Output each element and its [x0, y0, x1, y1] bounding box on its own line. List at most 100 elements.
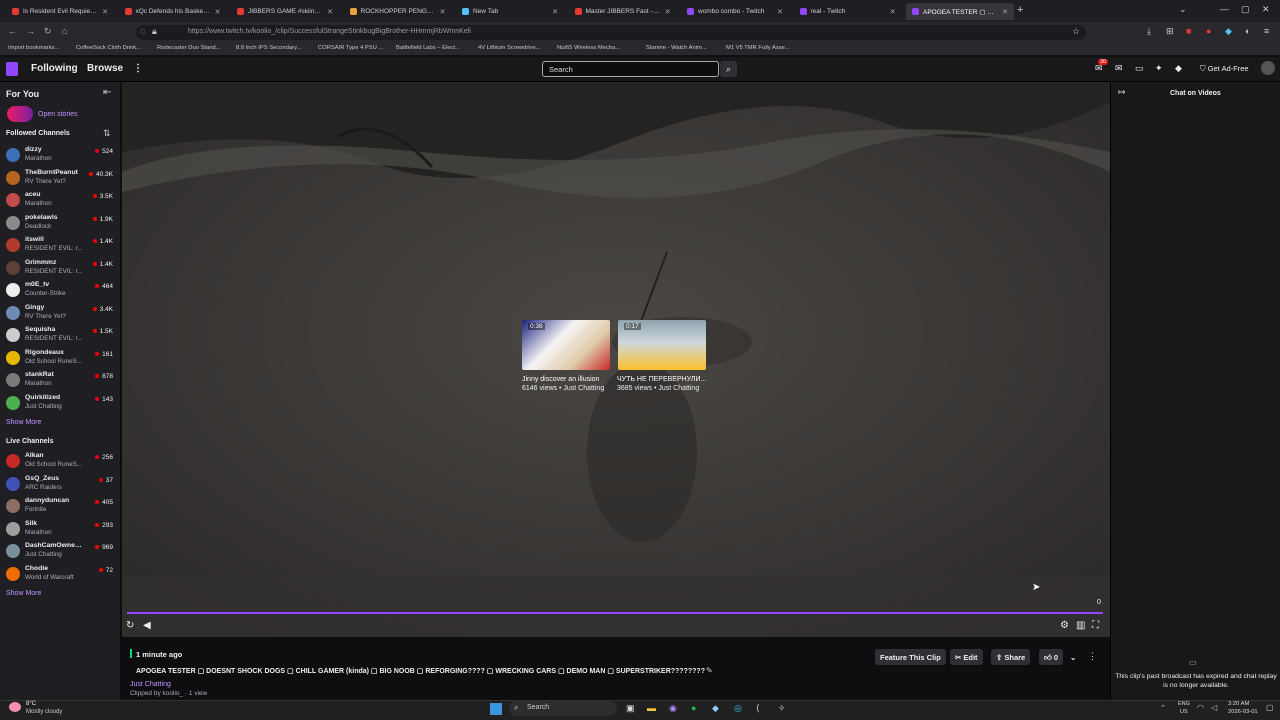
- close-window-icon[interactable]: ✕: [1262, 4, 1270, 15]
- expand-chat-icon[interactable]: ↦: [1118, 87, 1126, 98]
- browser-tab[interactable]: New Tab ✕: [456, 3, 564, 20]
- like-button[interactable]: 👍︎ 0: [1039, 649, 1064, 665]
- discord-icon[interactable]: ◉: [669, 703, 677, 714]
- task-view-icon[interactable]: ▣: [626, 703, 635, 714]
- extension-dot-icon[interactable]: ●: [1206, 26, 1211, 36]
- more-options-icon[interactable]: ⋮: [1088, 651, 1097, 662]
- show-more-live[interactable]: Show More: [6, 590, 41, 597]
- search-icon[interactable]: ⌕: [720, 61, 737, 77]
- reload-icon[interactable]: ↻: [44, 26, 52, 37]
- settings-taskbar-icon[interactable]: ✧: [778, 703, 786, 714]
- inbox-icon[interactable]: ✉: [1115, 63, 1123, 74]
- back-icon[interactable]: ←: [8, 26, 17, 36]
- bookmark-item[interactable]: CoffeeSock Cloth Drink...: [76, 45, 141, 51]
- clock-time[interactable]: 3:20 AM: [1228, 701, 1249, 707]
- start-icon[interactable]: [490, 703, 502, 715]
- lang-indicator[interactable]: ENG: [1178, 701, 1190, 707]
- bookmark-item[interactable]: Battlefield Labs – Elect...: [396, 45, 460, 51]
- notification-center-icon[interactable]: ▢: [1266, 703, 1274, 712]
- channel-row[interactable]: Sequisha RESIDENT EVIL: r... 1.5K: [0, 325, 120, 347]
- clip-title-link[interactable]: ЧУТЬ НЕ ПЕРЕВЕРНУЛИ...: [617, 376, 706, 383]
- tab-close-icon[interactable]: ✕: [327, 8, 333, 16]
- category-link[interactable]: Just Chatting: [130, 681, 171, 688]
- theatre-mode-icon[interactable]: ▥: [1076, 620, 1085, 631]
- extensions-icon[interactable]: ⊞: [1166, 26, 1174, 37]
- replay-icon[interactable]: ↻: [126, 620, 134, 631]
- weather-icon[interactable]: [9, 702, 21, 712]
- show-more-followed[interactable]: Show More: [6, 419, 41, 426]
- channel-row[interactable]: pokelawls Deadlock 1.9K: [0, 213, 120, 235]
- channel-row[interactable]: Rigondeaux Old School RuneS... 161: [0, 348, 120, 370]
- clip-title-link[interactable]: Jinny discover an illusion: [522, 376, 599, 383]
- tray-chevron-icon[interactable]: ⌃: [1160, 704, 1166, 712]
- channel-row[interactable]: Gingy RV There Yet? 3.4K: [0, 303, 120, 325]
- audio-icon[interactable]: ◐: [1245, 26, 1250, 36]
- open-stories-link[interactable]: Open stories: [38, 111, 78, 118]
- browser-menu-icon[interactable]: ≡: [1264, 26, 1269, 36]
- bookmark-item[interactable]: M1 V5 TMR Fully Asse...: [726, 45, 790, 51]
- minimize-icon[interactable]: —: [1220, 4, 1229, 14]
- channel-row[interactable]: DashCamOwners... Just Chatting 969: [0, 541, 120, 563]
- channel-row[interactable]: dannyduncan Fortnite 405: [0, 496, 120, 518]
- forward-icon[interactable]: →: [26, 26, 35, 36]
- video-player[interactable]: [122, 82, 1110, 637]
- channel-row[interactable]: Quirkitized Just Chatting 143: [0, 393, 120, 415]
- more-menu-icon[interactable]: ⋮: [133, 63, 143, 74]
- bookmark-item[interactable]: 8.8 Inch IPS Secondary...: [236, 45, 301, 51]
- tab-search-icon[interactable]: ⌄: [1179, 4, 1187, 15]
- wifi-icon[interactable]: ◠: [1197, 703, 1204, 712]
- bookmark-item[interactable]: 4V Lithium Screwdrive...: [478, 45, 541, 51]
- settings-icon[interactable]: ⚙: [1060, 620, 1069, 631]
- extension-blue-icon[interactable]: ◆: [1225, 26, 1232, 37]
- search-input[interactable]: Search: [542, 61, 719, 77]
- lock-icon[interactable]: 🔒︎: [152, 26, 157, 37]
- edit-title-icon[interactable]: ✎: [706, 666, 713, 675]
- channel-row[interactable]: GsQ_Zeus ARC Raiders 37: [0, 474, 120, 496]
- browse-link[interactable]: Browse: [87, 63, 123, 74]
- like-dropdown-icon[interactable]: ⌄: [1065, 649, 1081, 665]
- browser-tab[interactable]: wombo combo - Twitch ✕: [681, 3, 789, 20]
- stories-avatar[interactable]: [7, 106, 33, 122]
- tab-close-icon[interactable]: ✕: [890, 8, 896, 16]
- bookmark-item[interactable]: Import bookmarks...: [8, 45, 59, 51]
- download-icon[interactable]: ⤓: [1147, 26, 1151, 37]
- browser-tab[interactable]: Is Resident Evil Requiem Good ✕: [6, 3, 114, 20]
- browser-tab[interactable]: xQc Defends his Basketball Skills ✕: [119, 3, 227, 20]
- bookmark-item[interactable]: Nut65 Wireless Mecha...: [557, 45, 620, 51]
- channel-row[interactable]: itswill RESIDENT EVIL: r... 1.4K: [0, 235, 120, 257]
- user-avatar[interactable]: [1261, 61, 1275, 75]
- feature-clip-button[interactable]: Feature This Clip: [875, 649, 946, 665]
- whispers-icon[interactable]: ▭: [1135, 63, 1144, 74]
- tab-close-icon[interactable]: ✕: [777, 8, 783, 16]
- home-icon[interactable]: ⌂: [62, 26, 67, 36]
- browser-tab[interactable]: real - Twitch ✕: [794, 3, 902, 20]
- speaker-icon[interactable]: ◁: [1211, 703, 1217, 712]
- bookmark-item[interactable]: CORSAIR Type 4 PSU ...: [318, 45, 383, 51]
- share-button[interactable]: ⇪ Share: [991, 649, 1031, 665]
- scrub-progress[interactable]: [127, 612, 1103, 614]
- channel-row[interactable]: TheBurntPeanut RV There Yet? 40.3K: [0, 168, 120, 190]
- channel-row[interactable]: stankRat Marathon 878: [0, 370, 120, 392]
- get-ad-free-button[interactable]: ⛉ Get Ad-Free: [1196, 62, 1253, 76]
- new-tab-button[interactable]: +: [1017, 4, 1023, 16]
- tab-close-icon[interactable]: ✕: [102, 8, 108, 16]
- spotify-icon[interactable]: ●: [691, 703, 696, 713]
- tab-close-icon[interactable]: ✕: [1002, 8, 1008, 16]
- tab-close-icon[interactable]: ✕: [440, 8, 446, 16]
- channel-row[interactable]: m0E_tv Counter-Strike 464: [0, 280, 120, 302]
- browser-taskbar-icon[interactable]: ◎: [734, 703, 742, 714]
- channel-row[interactable]: Alkan Old School RuneS... 256: [0, 451, 120, 473]
- channel-row[interactable]: Chodie World of Warcraft 72: [0, 564, 120, 586]
- twitch-logo-icon[interactable]: [6, 62, 18, 76]
- bits-icon[interactable]: ◆: [1175, 63, 1182, 74]
- browser-tab[interactable]: APOGEA TESTER ▢ DOESNT S ✕: [906, 3, 1014, 20]
- channel-row[interactable]: Grimmmz RESIDENT EVIL: r... 1.4K: [0, 258, 120, 280]
- channel-row[interactable]: aceu Marathon 3.5K: [0, 190, 120, 212]
- steam-icon[interactable]: ◆: [712, 703, 719, 714]
- bookmark-item[interactable]: Rodecaster Duo Stand...: [157, 45, 220, 51]
- sort-icon[interactable]: ⇅: [103, 128, 111, 139]
- bookmark-star-icon[interactable]: ☆: [1072, 26, 1080, 37]
- following-link[interactable]: Following: [31, 63, 78, 74]
- edit-button[interactable]: ✂ Edit: [950, 649, 983, 665]
- browser-tab[interactable]: Master JIBBERS Fast - YouTube ✕: [569, 3, 677, 20]
